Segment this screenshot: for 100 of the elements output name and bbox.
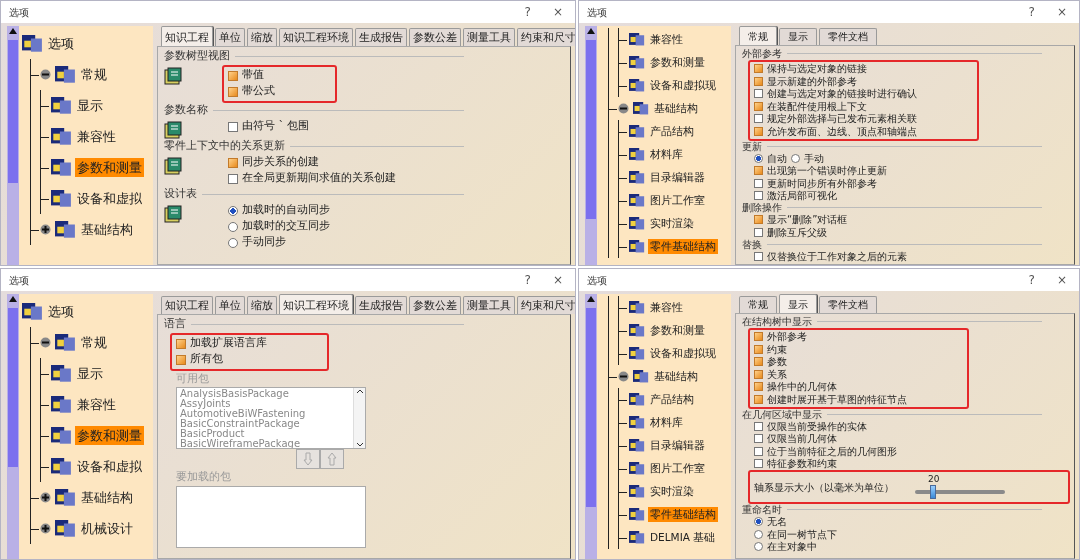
tree-item[interactable]: 实时渲染 [648, 483, 696, 500]
radio-button[interactable] [228, 237, 238, 248]
tree-item[interactable]: 选项 [46, 33, 76, 54]
tree-item[interactable]: 产品结构 [648, 123, 696, 140]
scrollbar[interactable] [7, 294, 19, 559]
tree-item[interactable]: 目录编辑器 [648, 169, 707, 186]
tree-item[interactable]: 兼容性 [648, 299, 685, 316]
slider-thumb[interactable] [930, 485, 936, 499]
tree-item[interactable]: 常规 [79, 64, 109, 85]
tab[interactable]: 显示 [779, 294, 817, 313]
checkbox[interactable] [754, 227, 763, 237]
tab[interactable]: 参数公差 [409, 28, 461, 46]
close-button[interactable]: × [548, 6, 567, 18]
tree-item[interactable]: 选项 [46, 301, 76, 322]
tree-item[interactable]: 兼容性 [648, 31, 685, 48]
tab[interactable]: 测量工具 [463, 28, 515, 46]
checkbox[interactable] [754, 332, 763, 342]
checkbox[interactable] [754, 114, 763, 124]
list-box[interactable] [176, 485, 366, 548]
close-button[interactable]: × [1052, 6, 1071, 18]
tree-item[interactable]: 兼容性 [75, 394, 118, 415]
tree-item[interactable]: 参数和测量 [75, 157, 144, 178]
help-button[interactable]: ? [520, 6, 535, 18]
checkbox[interactable] [228, 173, 238, 184]
checkbox[interactable] [754, 251, 763, 261]
tree-item[interactable]: 显示 [75, 95, 105, 116]
tab[interactable]: 显示 [779, 28, 817, 45]
tree-item[interactable]: 设备和虚拟现 [648, 345, 718, 362]
tree-item[interactable]: 材料库 [648, 146, 685, 163]
radio-button[interactable] [754, 517, 763, 527]
checkbox[interactable] [754, 76, 763, 86]
radio-button[interactable] [754, 529, 763, 539]
tab[interactable]: 单位 [215, 296, 245, 314]
checkbox[interactable] [754, 191, 763, 201]
tree-item[interactable]: 设备和虚拟现 [648, 77, 718, 94]
checkbox[interactable] [754, 166, 763, 176]
tree-item[interactable]: 图片工作室 [648, 192, 707, 209]
tab[interactable]: 生成报告 [355, 28, 407, 46]
tree-item[interactable]: DELMIA 基础 [648, 529, 718, 546]
checkbox[interactable] [228, 86, 238, 97]
tree-item[interactable]: 兼容性 [75, 126, 118, 147]
help-button[interactable]: ? [520, 274, 535, 286]
tree-item[interactable]: 产品结构 [648, 391, 696, 408]
tree-item[interactable]: 基础结构 [79, 219, 135, 240]
checkbox[interactable] [754, 459, 763, 469]
radio-button[interactable] [754, 542, 763, 552]
tree-item[interactable]: 材料库 [648, 414, 685, 431]
slider[interactable]: 20 [912, 474, 1008, 500]
checkbox[interactable] [754, 421, 763, 431]
tree-item[interactable]: 常规 [79, 332, 109, 353]
tree-item[interactable]: 设备和虚拟 [75, 456, 144, 477]
checkbox[interactable] [754, 126, 763, 136]
tab[interactable]: 零件文档 [819, 28, 877, 45]
tree-item[interactable]: 显示 [75, 363, 105, 384]
radio-button[interactable] [228, 221, 238, 232]
checkbox[interactable] [754, 178, 763, 188]
scrollbar[interactable] [353, 388, 365, 449]
scrollbar[interactable] [7, 26, 19, 265]
checkbox[interactable] [754, 357, 763, 367]
tab[interactable]: 生成报告 [355, 296, 407, 314]
tab[interactable]: 知识工程环境 [279, 294, 353, 314]
help-button[interactable]: ? [1024, 6, 1039, 18]
tree-item[interactable]: 设备和虚拟 [75, 188, 144, 209]
tab[interactable]: 知识工程环境 [279, 28, 353, 46]
radio-button[interactable] [791, 153, 800, 163]
checkbox[interactable] [754, 101, 763, 111]
tree-item[interactable]: 零件基础结构 [648, 506, 718, 523]
tree-item[interactable]: 机械设计 [79, 518, 135, 539]
tree-item[interactable]: 参数和测量 [648, 322, 707, 339]
tab[interactable]: 缩放 [247, 296, 277, 314]
checkbox[interactable] [176, 354, 186, 365]
tab[interactable]: 参数公差 [409, 296, 461, 314]
checkbox[interactable] [754, 344, 763, 354]
tree-item[interactable]: 参数和测量 [648, 54, 707, 71]
tree-item[interactable]: 基础结构 [79, 487, 135, 508]
tree-item[interactable]: 基础结构 [652, 100, 700, 117]
checkbox[interactable] [228, 70, 238, 81]
help-button[interactable]: ? [1024, 274, 1039, 286]
checkbox[interactable] [228, 121, 238, 132]
tab[interactable]: 零件文档 [819, 296, 877, 313]
tree-item[interactable]: 参数和测量 [75, 425, 144, 446]
checkbox[interactable] [754, 382, 763, 392]
checkbox[interactable] [228, 157, 238, 168]
radio-button[interactable] [228, 205, 238, 216]
checkbox[interactable] [754, 434, 763, 444]
tree-item[interactable]: 基础结构 [652, 368, 700, 385]
tree-item[interactable]: 实时渲染 [648, 215, 696, 232]
checkbox[interactable] [754, 215, 763, 225]
tab[interactable]: 常规 [739, 296, 777, 313]
checkbox[interactable] [754, 394, 763, 404]
tab[interactable]: 单位 [215, 28, 245, 46]
checkbox[interactable] [176, 338, 186, 349]
tab[interactable]: 约束和尺寸 [517, 296, 575, 314]
scrollbar[interactable] [585, 26, 597, 265]
tab[interactable]: 约束和尺寸 [517, 28, 575, 46]
tab[interactable]: 常规 [739, 26, 777, 45]
checkbox[interactable] [754, 64, 763, 74]
checkbox[interactable] [754, 89, 763, 99]
tab[interactable]: 缩放 [247, 28, 277, 46]
tab[interactable]: 知识工程 [161, 296, 213, 314]
